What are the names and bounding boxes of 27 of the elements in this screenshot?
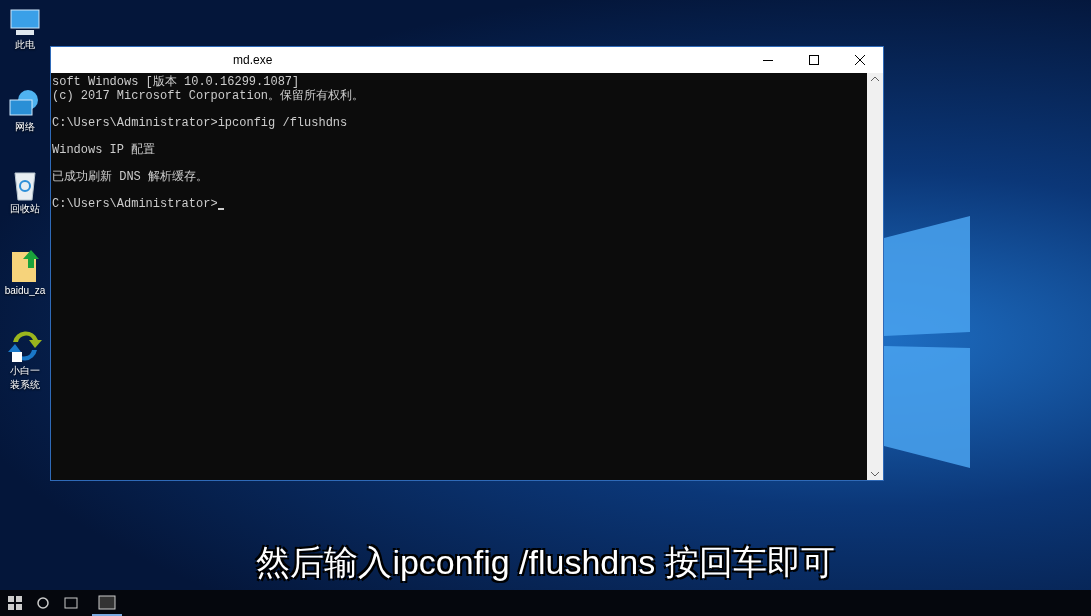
scroll-down-icon[interactable] <box>871 472 879 477</box>
console-line: C:\Users\Administrator>ipconfig /flushdns <box>52 115 348 130</box>
scroll-up-icon[interactable] <box>871 76 879 81</box>
desktop-icon-label[interactable]: 网络 <box>15 120 35 134</box>
task-view-icon[interactable] <box>64 597 78 609</box>
desktop-icon-label[interactable]: 小白一 <box>10 364 40 378</box>
console-line: Windows IP 配置 <box>52 142 156 157</box>
console-line: (c) 2017 Microsoft Corporation。保留所有权利。 <box>52 88 365 103</box>
circular-arrows-icon <box>7 328 43 364</box>
minimize-icon <box>763 59 773 61</box>
close-icon <box>855 55 865 65</box>
console-prompt: C:\Users\Administrator> <box>52 197 218 211</box>
console-line: soft Windows [版本 10.0.16299.1087] <box>52 75 300 89</box>
file-upload-icon <box>9 248 41 284</box>
desktop-icon-label[interactable]: 此电 <box>15 38 35 52</box>
search-icon[interactable] <box>36 596 50 610</box>
video-subtitle: 然后输入ipconfig /flushdns 按回车即可 <box>256 542 835 583</box>
console-line: 已成功刷新 DNS 解析缓存。 <box>52 169 208 184</box>
desktop-icon-label[interactable]: 回收站 <box>10 202 40 216</box>
maximize-icon <box>809 55 819 65</box>
scrollbar[interactable] <box>867 73 883 480</box>
desktop-icon-label[interactable]: baidu_za <box>4 284 46 298</box>
text-cursor <box>217 208 224 210</box>
monitor-icon <box>8 8 42 38</box>
desktop-icon-label[interactable]: 装系统 <box>10 378 40 392</box>
window-title: md.exe <box>233 52 273 69</box>
start-icon[interactable] <box>8 596 22 610</box>
